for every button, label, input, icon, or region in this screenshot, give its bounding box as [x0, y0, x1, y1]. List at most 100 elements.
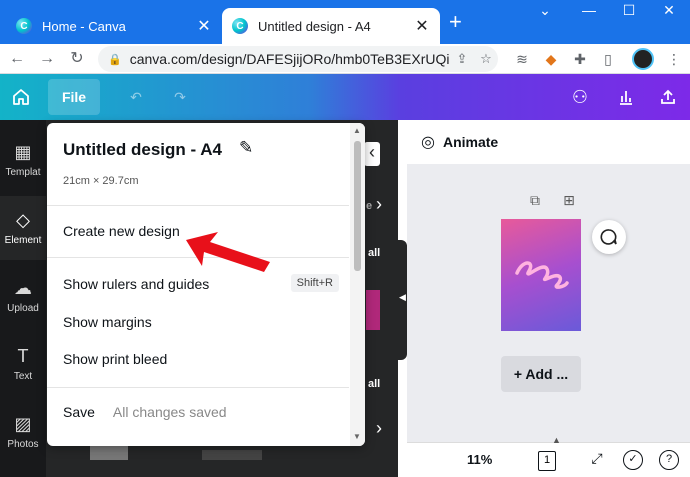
- upload-share-icon[interactable]: [654, 79, 682, 115]
- add-comment-icon[interactable]: [592, 220, 626, 254]
- scroll-down-icon[interactable]: ▼: [353, 432, 361, 441]
- design-page[interactable]: [501, 219, 581, 331]
- menu-divider: [47, 205, 349, 206]
- see-all-link[interactable]: all: [368, 378, 380, 390]
- elements-icon: ◇: [16, 210, 30, 230]
- caret-left-icon: ◀: [399, 292, 406, 302]
- home-icon[interactable]: [6, 79, 36, 115]
- rail-item-uploads[interactable]: ☁ Upload: [0, 264, 46, 328]
- design-dimensions: 21cm × 29.7cm: [63, 175, 139, 187]
- chevron-right-icon[interactable]: ›: [376, 418, 382, 439]
- rail-item-photos[interactable]: ▨ Photos: [0, 400, 46, 464]
- text-icon: T: [17, 346, 29, 366]
- save-label: Save: [63, 404, 95, 420]
- zoom-level[interactable]: 11%: [467, 452, 492, 467]
- file-menu-button[interactable]: File: [48, 79, 100, 115]
- new-tab-button[interactable]: +: [449, 11, 462, 33]
- chevron-left-icon[interactable]: ‹: [364, 142, 380, 166]
- editor-canvas-area: ◎ Animate ⧉ ⊞ + Add ... 11% ▲ 1 ⤢ ✓ ?: [407, 120, 690, 477]
- bookmark-star-icon[interactable]: ☆: [474, 51, 498, 67]
- forward-arrow-icon[interactable]: →: [36, 48, 58, 70]
- file-dropdown-menu: Untitled design - A4 ✎ 21cm × 29.7cm Cre…: [47, 123, 365, 446]
- more-menu-icon[interactable]: ⋮: [664, 49, 684, 69]
- template-icon: ▦: [14, 142, 32, 162]
- animate-button[interactable]: ◎ Animate: [407, 120, 690, 164]
- animate-icon: ◎: [421, 134, 435, 151]
- caret-up-icon[interactable]: ▲: [552, 435, 561, 445]
- design-title[interactable]: Untitled design - A4: [63, 140, 222, 160]
- left-rail: ▦ Templat ◇ Element ☁ Upload T Text ▨ Ph…: [0, 120, 46, 477]
- collapse-panel-handle[interactable]: ◀: [398, 240, 407, 360]
- metamask-fox-icon[interactable]: ◆: [541, 49, 561, 69]
- fullscreen-icon[interactable]: ⤢: [587, 450, 607, 470]
- save-status: All changes saved: [112, 404, 227, 420]
- add-page-button[interactable]: + Add ...: [501, 356, 581, 392]
- tab-search-icon[interactable]: ⌄: [530, 2, 560, 24]
- rail-item-label: Templat: [5, 167, 41, 178]
- upload-icon: ☁: [14, 278, 32, 298]
- window-close-button[interactable]: ✕: [654, 2, 684, 24]
- share-people-icon[interactable]: ⚇: [566, 79, 594, 115]
- canva-favicon-icon: C: [232, 18, 248, 34]
- redo-icon[interactable]: ↷: [166, 79, 194, 115]
- side-panel-icon[interactable]: ▯: [598, 49, 618, 69]
- back-arrow-icon[interactable]: ←: [6, 48, 28, 70]
- rail-item-text[interactable]: T Text: [0, 332, 46, 396]
- element-thumbnail[interactable]: [366, 290, 380, 330]
- duplicate-page-icon[interactable]: ⧉: [526, 192, 544, 210]
- save-item[interactable]: Save All changes saved: [47, 395, 349, 429]
- show-print-bleed-item[interactable]: Show print bleed: [47, 342, 349, 376]
- check-circle-icon[interactable]: ✓: [623, 450, 643, 470]
- menu-scrollbar[interactable]: ▲ ▼: [350, 123, 365, 446]
- url-text: canva.com/design/DAFESjijORo/hmb0TeB3EXr…: [129, 51, 450, 67]
- animate-label: Animate: [442, 134, 499, 150]
- rail-item-label: Photos: [7, 439, 39, 450]
- element-thumbnail[interactable]: [90, 446, 128, 460]
- url-input[interactable]: 🔒 canva.com/design/DAFESjijORo/hmb0TeB3E…: [98, 46, 498, 72]
- rail-item-label: Element: [4, 235, 42, 246]
- show-margins-item[interactable]: Show margins: [47, 305, 349, 339]
- menu-divider: [47, 387, 349, 388]
- browser-tab-strip: C Home - Canva ✕ C Untitled design - A4 …: [0, 0, 690, 44]
- page-count-button[interactable]: 1: [538, 451, 556, 471]
- reload-icon[interactable]: ↻: [66, 48, 88, 70]
- puzzle-extensions-icon[interactable]: ✚: [570, 49, 590, 69]
- tab-close-icon[interactable]: ✕: [414, 16, 430, 36]
- photos-icon: ▨: [14, 414, 32, 434]
- address-bar: ← → ↻ 🔒 canva.com/design/DAFESjijORo/hmb…: [0, 44, 690, 74]
- maximize-button[interactable]: ☐: [614, 2, 644, 24]
- tab-label: Home - Canva: [42, 18, 126, 34]
- lock-icon[interactable]: 🔒: [108, 53, 122, 66]
- show-rulers-label: Show rulers and guides: [63, 276, 210, 292]
- element-thumbnail[interactable]: [202, 450, 262, 460]
- tab-home-canva[interactable]: C Home - Canva ✕: [6, 8, 222, 44]
- canva-toolbar: File ↶ ↷ ⚇: [0, 74, 690, 120]
- profile-avatar[interactable]: [632, 48, 654, 70]
- tab-label: Untitled design - A4: [258, 18, 371, 34]
- share-icon[interactable]: ⇪: [450, 51, 474, 67]
- rail-item-templates[interactable]: ▦ Templat: [0, 128, 46, 192]
- see-all-link[interactable]: all: [368, 247, 380, 259]
- scroll-thumb[interactable]: [354, 141, 361, 271]
- chevron-right-icon[interactable]: ›: [376, 194, 382, 215]
- rail-item-label: Text: [13, 371, 33, 382]
- insights-chart-icon[interactable]: [612, 79, 640, 115]
- scribble-graphic: [515, 261, 569, 289]
- annotation-arrow-icon: [186, 232, 270, 272]
- editor-footer: 11% ▲ 1 ⤢ ✓ ?: [407, 435, 690, 477]
- shortcut-badge: Shift+R: [290, 274, 339, 292]
- tab-untitled-design[interactable]: C Untitled design - A4 ✕: [222, 8, 440, 44]
- edit-pencil-icon[interactable]: ✎: [239, 138, 253, 158]
- rail-item-elements[interactable]: ◇ Element: [0, 196, 46, 260]
- undo-icon[interactable]: ↶: [122, 79, 150, 115]
- extension-icon[interactable]: ≋: [512, 49, 532, 69]
- help-button[interactable]: ?: [659, 450, 679, 470]
- menu-item-partial[interactable]: [47, 429, 349, 446]
- minimize-button[interactable]: —: [574, 2, 604, 24]
- canva-favicon-icon: C: [16, 18, 32, 34]
- tab-close-icon[interactable]: ✕: [196, 16, 212, 36]
- add-page-icon[interactable]: ⊞: [560, 192, 578, 210]
- rail-item-label: Upload: [7, 303, 39, 314]
- panel-text-fragment: e: [366, 200, 373, 212]
- scroll-up-icon[interactable]: ▲: [353, 126, 361, 135]
